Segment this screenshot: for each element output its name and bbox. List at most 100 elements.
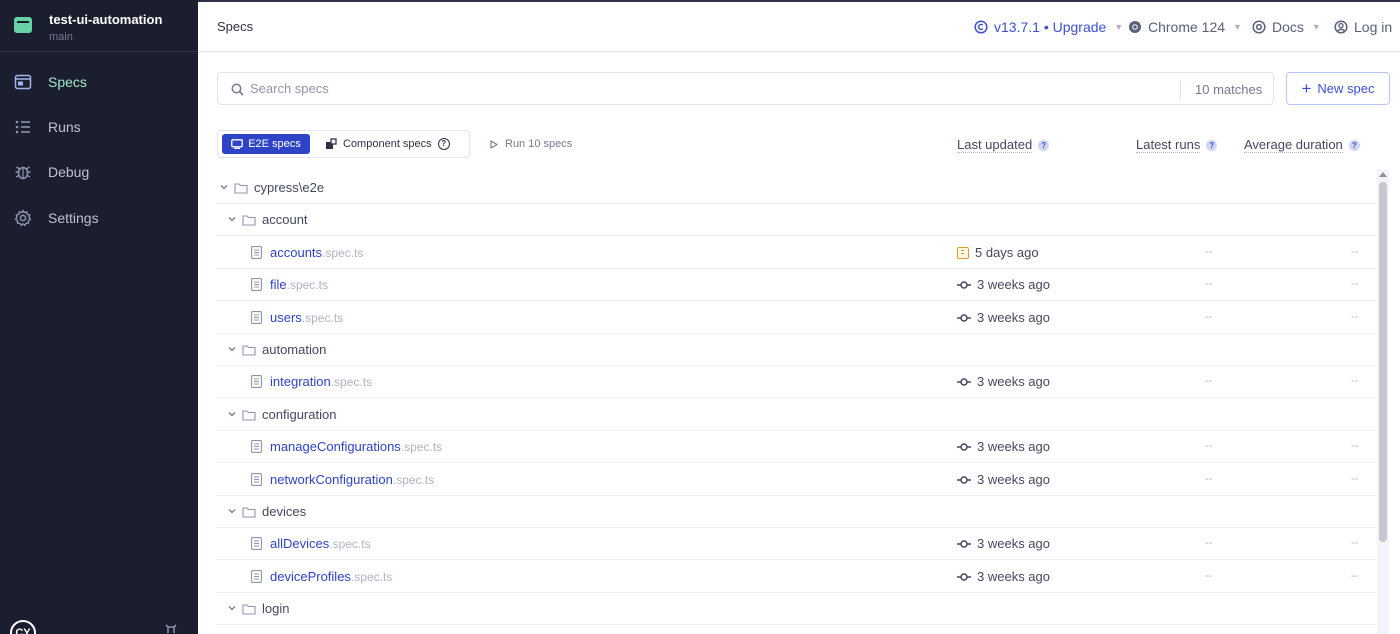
project-switcher[interactable]: test-ui-automation main — [0, 0, 198, 52]
directory-row[interactable]: automation — [216, 334, 1376, 366]
sidebar-item-runs[interactable]: Runs — [0, 107, 198, 147]
spec-file-link[interactable]: networkConfiguration.spec.ts — [270, 472, 434, 487]
sidebar-item-settings[interactable]: Settings — [0, 198, 198, 238]
directory-row[interactable]: configuration — [216, 399, 1376, 431]
directory-row[interactable]: devices — [216, 496, 1376, 528]
browser-select[interactable]: Chrome 124 ▼ — [1128, 18, 1242, 36]
last-updated-text: 5 days ago — [975, 245, 1039, 260]
spec-file-row[interactable]: accounts.spec.ts 5 days ago -- -- — [216, 237, 1376, 269]
average-duration-cell: -- — [1351, 311, 1359, 323]
column-header-last-updated[interactable]: Last updated ? — [957, 137, 1050, 153]
chevron-down-icon[interactable] — [227, 344, 237, 354]
new-spec-button[interactable]: + New spec — [1286, 72, 1390, 105]
search-input[interactable] — [250, 74, 1150, 103]
tab-e2e-specs[interactable]: E2E specs — [222, 134, 310, 154]
spec-file-extension: .spec.ts — [330, 375, 373, 389]
spec-file-row[interactable]: allDevices.spec.ts 3 weeks ago -- -- — [216, 528, 1376, 560]
run-all-specs-button[interactable]: Run 10 specs — [490, 138, 572, 150]
scroll-up-arrow[interactable] — [1379, 172, 1387, 177]
directory-row[interactable]: login — [216, 593, 1376, 625]
last-updated-text: 3 weeks ago — [977, 374, 1050, 389]
last-updated-cell: 3 weeks ago — [957, 569, 1050, 584]
spec-file-basename: users — [270, 310, 302, 325]
folder-icon — [242, 604, 256, 615]
directory-name: login — [262, 601, 290, 616]
directory-row[interactable]: account — [216, 204, 1376, 236]
average-duration-cell: -- — [1351, 440, 1359, 452]
login-button[interactable]: Log in — [1334, 18, 1392, 36]
last-updated-cell: 3 weeks ago — [957, 277, 1050, 292]
spec-file-link[interactable]: accounts.spec.ts — [270, 245, 363, 260]
spec-file-extension: .spec.ts — [400, 440, 443, 454]
directory-name: configuration — [262, 407, 337, 422]
latest-runs-cell: -- — [1205, 375, 1213, 387]
bug-icon — [15, 166, 31, 180]
tab-component-specs[interactable]: Component specs ? — [325, 134, 450, 154]
runs-icon — [15, 120, 30, 134]
version-upgrade-button[interactable]: v13.7.1 • Upgrade ▼ — [974, 18, 1123, 36]
spec-file-row[interactable]: manageConfigurations.spec.ts 3 weeks ago -… — [216, 431, 1376, 463]
column-header-latest-runs[interactable]: Latest runs ? — [1136, 137, 1218, 153]
spec-file-row[interactable]: integration.spec.ts 3 weeks ago -- -- — [216, 366, 1376, 398]
spec-file-basename: networkConfiguration — [270, 472, 393, 487]
folder-icon — [234, 183, 248, 194]
help-icon[interactable]: ? — [1206, 139, 1218, 151]
average-duration-cell: -- — [1351, 537, 1359, 549]
latest-runs-cell: -- — [1205, 537, 1213, 549]
spec-file-link[interactable]: integration.spec.ts — [270, 374, 372, 389]
spec-file-extension: .spec.ts — [350, 570, 393, 584]
keyboard-shortcuts-icon[interactable] — [165, 624, 177, 634]
spec-file-basename: file — [270, 277, 287, 292]
sidebar-item-label: Specs — [48, 74, 87, 90]
spec-file-link[interactable]: manageConfigurations.spec.ts — [270, 439, 442, 454]
last-updated-text: 3 weeks ago — [977, 569, 1050, 584]
chevron-down-icon[interactable] — [227, 506, 237, 516]
sidebar-item-debug[interactable]: Debug — [0, 152, 198, 192]
spec-file-link[interactable]: deviceProfiles.spec.ts — [270, 569, 392, 584]
latest-runs-cell: -- — [1205, 473, 1213, 485]
spec-file-row[interactable]: users.spec.ts 3 weeks ago -- -- — [216, 302, 1376, 334]
cypress-version-icon — [974, 20, 988, 34]
chevron-down-icon[interactable] — [227, 409, 237, 419]
spec-file-basename: deviceProfiles — [270, 569, 351, 584]
scrollbar[interactable] — [1377, 170, 1389, 634]
directory-name: cypress\e2e — [254, 180, 325, 195]
spec-file-row[interactable]: networkConfiguration.spec.ts 3 weeks ago -… — [216, 464, 1376, 496]
chevron-down-icon[interactable] — [227, 603, 237, 613]
spec-file-basename: accounts — [270, 245, 323, 260]
average-duration-cell: -- — [1351, 570, 1359, 582]
match-count: 10 matches — [1195, 82, 1263, 97]
document-icon — [251, 278, 262, 291]
spec-file-link[interactable]: users.spec.ts — [270, 310, 343, 325]
scrollbar-thumb[interactable] — [1379, 182, 1387, 542]
spec-file-extension: .spec.ts — [301, 311, 344, 325]
chevron-down-icon[interactable] — [227, 214, 237, 224]
chevron-down-icon: ▼ — [1233, 22, 1242, 32]
sidebar-item-specs[interactable]: Specs — [0, 62, 198, 102]
help-icon[interactable]: ? — [437, 138, 450, 150]
last-updated-text: 3 weeks ago — [977, 277, 1050, 292]
help-icon[interactable]: ? — [1038, 139, 1050, 151]
uncommitted-changes-icon — [957, 246, 969, 259]
column-label: Last updated — [957, 137, 1033, 153]
search-icon — [231, 83, 244, 96]
spec-file-extension: .spec.ts — [286, 278, 328, 292]
sidebar: test-ui-automation main Specs Runs Debug… — [0, 0, 198, 634]
user-icon — [1334, 20, 1348, 34]
specs-icon — [14, 74, 32, 90]
help-icon[interactable]: ? — [1348, 139, 1360, 151]
spec-file-row[interactable]: file.spec.ts 3 weeks ago -- -- — [216, 269, 1376, 301]
docs-menu[interactable]: Docs ▼ — [1252, 18, 1321, 36]
spec-file-row[interactable]: deviceProfiles.spec.ts 3 weeks ago -- -- — [216, 561, 1376, 593]
column-header-average-duration[interactable]: Average duration ? — [1244, 137, 1360, 153]
directory-row[interactable]: cypress\e2e — [216, 172, 1376, 204]
folder-icon — [242, 215, 256, 226]
column-label: Average duration — [1244, 137, 1343, 153]
spec-file-basename: allDevices — [270, 536, 330, 551]
spec-file-link[interactable]: allDevices.spec.ts — [270, 536, 371, 551]
average-duration-cell: -- — [1351, 278, 1359, 290]
chevron-down-icon[interactable] — [219, 182, 229, 192]
git-commit-icon — [957, 572, 971, 581]
chevron-down-icon: ▼ — [1114, 22, 1124, 32]
spec-file-link[interactable]: file.spec.ts — [270, 277, 328, 292]
